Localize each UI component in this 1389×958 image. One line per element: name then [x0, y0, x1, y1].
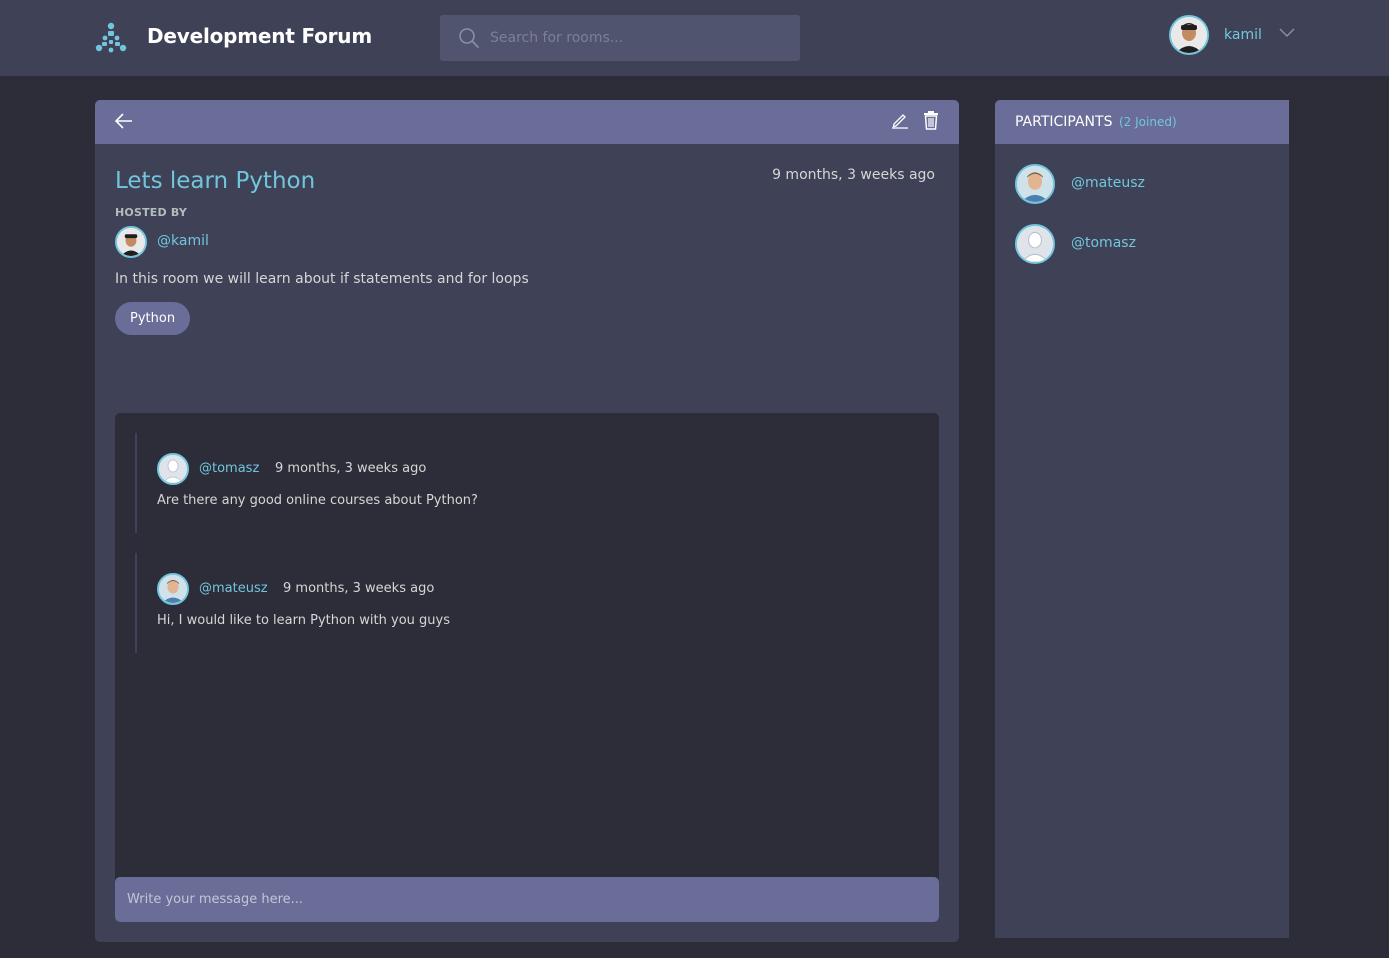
message-time: 9 months, 3 weeks ago	[283, 581, 435, 596]
message-thread: @tomasz 9 months, 3 weeks ago Are there …	[135, 433, 835, 533]
default-user-icon	[159, 455, 187, 483]
trash-icon[interactable]	[923, 110, 939, 130]
message-author-link[interactable]: @mateusz	[199, 581, 268, 596]
participants-panel: PARTICIPANTS (2 Joined) @mateusz @tomasz	[995, 100, 1289, 938]
host-avatar[interactable]	[115, 226, 147, 258]
chevron-down-icon[interactable]	[1279, 26, 1295, 38]
participant-avatar[interactable]	[1015, 224, 1055, 264]
search-input[interactable]	[490, 15, 790, 61]
room-created-time: 9 months, 3 weeks ago	[772, 167, 935, 183]
topic-tag[interactable]: Python	[115, 302, 191, 335]
message-body: Are there any good online courses about …	[157, 493, 478, 508]
back-arrow-icon[interactable]	[114, 111, 134, 131]
participants-title: PARTICIPANTS	[1015, 114, 1113, 130]
brand-name[interactable]: Development Forum	[147, 24, 372, 48]
mateusz-avatar-image	[159, 575, 187, 603]
conversation-area[interactable]: @tomasz 9 months, 3 weeks ago Are there …	[115, 413, 939, 922]
host-avatar-image	[117, 228, 145, 256]
message-author-link[interactable]: @tomasz	[199, 461, 259, 476]
user-avatar[interactable]	[1169, 15, 1209, 55]
host-username-link[interactable]: @kamil	[157, 233, 209, 249]
message-input[interactable]	[115, 877, 939, 922]
search-icon	[459, 28, 479, 48]
logo-icon[interactable]	[93, 20, 129, 56]
message-thread: @mateusz 9 months, 3 weeks ago Hi, I wou…	[135, 553, 835, 653]
room-toolbar	[95, 100, 959, 144]
participants-count: (2 Joined)	[1119, 115, 1177, 129]
message-time: 9 months, 3 weeks ago	[275, 461, 427, 476]
participant-username-link[interactable]: @mateusz	[1071, 175, 1145, 191]
participant-username-link[interactable]: @tomasz	[1071, 235, 1136, 251]
user-avatar-image	[1171, 17, 1207, 53]
default-user-icon	[1017, 226, 1053, 262]
room-panel: Lets learn Python 9 months, 3 weeks ago …	[95, 100, 959, 942]
room-search	[440, 15, 800, 61]
room-description: In this room we will learn about if stat…	[115, 271, 529, 287]
message-body: Hi, I would like to learn Python with yo…	[157, 613, 450, 628]
message-avatar[interactable]	[157, 573, 189, 605]
top-navbar: Development Forum kamil	[0, 0, 1389, 76]
room-title: Lets learn Python	[115, 168, 316, 194]
mateusz-avatar-image	[1017, 166, 1053, 202]
participant-avatar[interactable]	[1015, 164, 1055, 204]
user-name[interactable]: kamil	[1224, 27, 1262, 43]
hosted-by-label: HOSTED BY	[115, 206, 188, 219]
edit-icon[interactable]	[891, 111, 909, 129]
message-avatar[interactable]	[157, 453, 189, 485]
participants-header: PARTICIPANTS (2 Joined)	[995, 100, 1289, 144]
